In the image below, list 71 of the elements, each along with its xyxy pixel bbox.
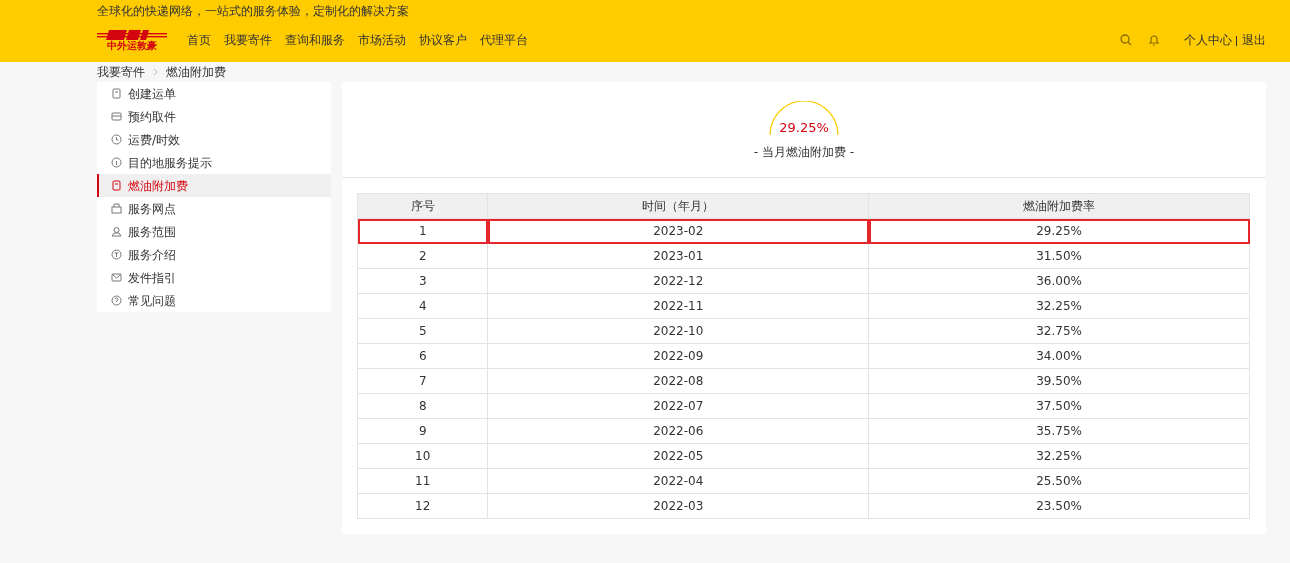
table-cell: 6 (357, 343, 488, 369)
building-icon (111, 203, 122, 214)
column-header: 时间（年月） (487, 193, 869, 219)
nav-link[interactable]: 市场活动 (358, 31, 406, 49)
person-icon (111, 226, 122, 237)
table-cell: 2023-01 (487, 243, 869, 269)
chevron-icon (153, 68, 158, 76)
table-cell: 2022-11 (487, 293, 869, 319)
table-cell: 7 (357, 368, 488, 394)
table-cell: 4 (357, 293, 488, 319)
help-icon (111, 295, 122, 306)
nav-link[interactable]: 首页 (187, 31, 211, 49)
table-cell: 1 (357, 218, 488, 244)
logo-text: 中外运敦豪 (107, 41, 157, 51)
breadcrumb-item: 燃油附加费 (166, 64, 226, 81)
user-link[interactable]: 个人中心 (1184, 31, 1232, 49)
table-cell: 11 (357, 468, 488, 494)
info-icon (111, 157, 122, 168)
dhl-logo[interactable]: 中外运敦豪 (97, 29, 167, 51)
sidebar-item[interactable]: 燃油附加费 (97, 174, 331, 197)
table-cell: 2022-09 (487, 343, 869, 369)
table-cell: 2022-03 (487, 493, 869, 519)
table-cell: 2022-05 (487, 443, 869, 469)
table-cell: 34.00% (868, 343, 1250, 369)
arc-drawing (769, 101, 839, 135)
table-cell: 2022-08 (487, 368, 869, 394)
table-cell: 32.25% (868, 293, 1250, 319)
table-cell: 29.25% (868, 218, 1250, 244)
table-cell: 31.50% (868, 243, 1250, 269)
table-cell: 2 (357, 243, 488, 269)
table-cell: 12 (357, 493, 488, 519)
summary-caption: - 当月燃油附加费 - (753, 144, 855, 161)
bell-icon[interactable] (1148, 34, 1160, 46)
nav-link[interactable]: 我要寄件 (224, 31, 272, 49)
nav-link[interactable]: 代理平台 (480, 31, 528, 49)
table-cell: 8 (357, 393, 488, 419)
user-link[interactable]: 退出 (1242, 31, 1266, 49)
card-icon (111, 111, 122, 122)
envelope-icon (111, 272, 122, 283)
nav-link[interactable]: 协议客户 (419, 31, 467, 49)
logo-stripes-icon (97, 29, 167, 41)
table-cell: 35.75% (868, 418, 1250, 444)
rate-value: 29.25% (779, 119, 829, 137)
table-cell: 2022-04 (487, 468, 869, 494)
breadcrumb-item[interactable]: 我要寄件 (97, 62, 145, 82)
nav-link[interactable]: 查询和服务 (285, 31, 345, 49)
table-cell: 3 (357, 268, 488, 294)
table-cell: 32.25% (868, 443, 1250, 469)
circle-icon (111, 249, 122, 260)
table-cell: 37.50% (868, 393, 1250, 419)
table-cell: 10 (357, 443, 488, 469)
search-icon[interactable] (1120, 34, 1132, 46)
document-icon (111, 180, 122, 191)
column-header: 序号 (357, 193, 488, 219)
table-cell: 9 (357, 418, 488, 444)
table-cell: 2022-06 (487, 418, 869, 444)
table-cell: 23.50% (868, 493, 1250, 519)
table-cell: 2023-02 (487, 218, 869, 244)
tagline-text: 全球化的快递网络，一站式的服务体验，定制化的解决方案 (97, 3, 410, 20)
table-cell: 2022-07 (487, 393, 869, 419)
table-cell: 2022-12 (487, 268, 869, 294)
clock-icon (111, 134, 122, 145)
table-cell: 25.50% (868, 468, 1250, 494)
table-cell: 5 (357, 318, 488, 344)
divider-icon (1236, 35, 1238, 46)
table-cell: 36.00% (868, 268, 1250, 294)
table-cell: 2022-10 (487, 318, 869, 344)
document-icon (111, 88, 122, 99)
table-cell: 32.75% (868, 318, 1250, 344)
table-cell: 39.50% (868, 368, 1250, 394)
column-header: 燃油附加费率 (868, 193, 1250, 219)
